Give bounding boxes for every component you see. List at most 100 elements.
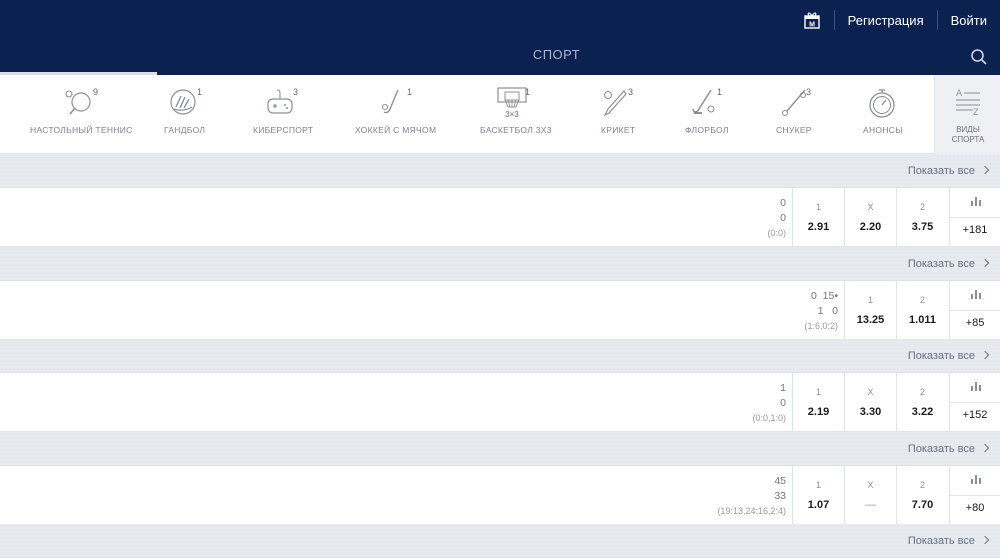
cricket-icon <box>603 90 627 117</box>
show-all-link[interactable]: Показать все <box>907 339 990 373</box>
floorball-icon <box>692 89 715 114</box>
svg-text:M: M <box>809 22 815 29</box>
chevron-right-icon <box>980 350 990 360</box>
show-all-label: Показать все <box>907 443 975 455</box>
odd-label: X <box>867 480 874 490</box>
sport-kinds-button[interactable]: A Z ВИДЫ СПОРТА <box>934 75 1000 154</box>
sport-esports[interactable]: 3 КИБЕРСПОРТ <box>245 75 325 154</box>
more-markets-button[interactable]: +80 <box>949 466 1000 524</box>
svg-text:A: A <box>956 88 962 98</box>
gamepad-icon <box>267 89 293 114</box>
svg-text:Z: Z <box>973 107 979 117</box>
sport-label: АНОНСЫ <box>863 125 904 135</box>
sport-label: КИБЕРСПОРТ <box>253 125 314 135</box>
odd-value: — <box>865 499 876 511</box>
show-all-link[interactable]: Показать все <box>908 247 990 281</box>
sport-handball[interactable]: 1 ГАНДБОЛ <box>155 75 215 154</box>
odd-cell[interactable]: 1 2.91 <box>792 188 844 246</box>
bandy-icon <box>381 89 399 114</box>
sport-label: ФЛОРБОЛ <box>685 125 729 135</box>
odd-cell[interactable]: 1 2.19 <box>792 373 844 431</box>
odd-cell[interactable]: X 2.20 <box>844 188 896 246</box>
odd-value: 3.30 <box>859 406 882 418</box>
score-line: 0 <box>780 197 786 209</box>
search-icon[interactable] <box>970 48 988 66</box>
sport-snooker[interactable]: 3 СНУКЕР <box>765 75 825 154</box>
sport-floorball[interactable]: 1 ФЛОРБОЛ <box>675 75 735 154</box>
odd-cell[interactable]: 2 3.75 <box>896 188 948 246</box>
odd-value: 3.75 <box>911 221 934 233</box>
odd-label: 1 <box>867 295 873 305</box>
odd-cell[interactable]: X 3.30 <box>844 373 896 431</box>
odd-cell[interactable]: 1 13.25 <box>844 281 896 339</box>
more-markets-button[interactable]: +152 <box>949 373 1000 431</box>
sport-label: НАСТОЛЬНЫЙ ТЕННИС <box>30 125 133 135</box>
odd-value: 13.25 <box>856 314 885 326</box>
odd-label: 2 <box>919 295 925 305</box>
event-row[interactable]: 0 0 (0:0) 1 2.91 X 2.20 2 3.75 +181 <box>0 188 1000 247</box>
register-link[interactable]: Регистрация <box>835 13 937 28</box>
show-all-label: Показать все <box>907 165 975 177</box>
sport-announcements[interactable]: АНОНСЫ <box>853 75 913 154</box>
top-bar: M Регистрация Войти СПОРТ <box>0 0 1000 75</box>
event-row[interactable]: 45 33 (19:13,24:16,2:4) 1 1.07 X — 2 7.7… <box>0 466 1000 525</box>
show-all-link[interactable]: Показать все <box>908 524 990 558</box>
section-title[interactable]: СПОРТ <box>533 47 580 62</box>
odd-cell[interactable]: 1 1.07 <box>792 466 844 524</box>
odd-cell[interactable]: 2 7.70 <box>896 466 948 524</box>
show-all-label: Показать все <box>907 350 975 362</box>
odd-label: 2 <box>919 202 925 212</box>
chevron-right-icon <box>980 535 990 545</box>
svg-text:3×3: 3×3 <box>505 110 519 119</box>
sport-bandy[interactable]: 1 ХОККЕЙ С МЯЧОМ <box>350 75 440 154</box>
event-score: 0 0 (0:0) <box>767 196 786 241</box>
odd-cell[interactable]: 2 3.22 <box>896 373 948 431</box>
show-all-link[interactable]: Показать все <box>907 432 990 466</box>
odd-value: 2.91 <box>807 221 830 233</box>
gift-icon[interactable]: M <box>803 11 820 29</box>
event-row[interactable]: 0 15• 1 0 (1:6,0:2) 1 13.25 2 1.011 +85 <box>0 281 1000 340</box>
event-row[interactable]: 1 0 (0:0,1:0) 1 2.19 X 3.30 2 3.22 +152 <box>0 373 1000 432</box>
top-actions: M Регистрация Войти <box>803 0 1000 40</box>
odd-label: X <box>867 387 874 397</box>
group-header: Показать все <box>0 339 1000 373</box>
chevron-right-icon <box>980 165 990 175</box>
odd-label: 1 <box>815 480 821 490</box>
odd-label: 2 <box>919 387 925 397</box>
more-markets-button[interactable]: +85 <box>949 281 1000 339</box>
sport-count: 3 <box>628 87 634 97</box>
sport-cricket[interactable]: 3 КРИКЕТ <box>590 75 650 154</box>
odd-value: 2.19 <box>807 406 830 418</box>
group-header: Показать все <box>0 524 1000 558</box>
odd-label: 1 <box>815 202 821 212</box>
sport-kinds-label-line2: СПОРТА <box>951 135 985 144</box>
login-link[interactable]: Войти <box>938 13 1000 28</box>
score-line: 1 0 <box>817 305 838 317</box>
score-line: 45 <box>774 475 786 487</box>
odd-label: 1 <box>815 387 821 397</box>
odd-cell[interactable]: X — <box>844 466 896 524</box>
stats-icon <box>971 382 981 391</box>
group-header: Показать все <box>0 432 1000 466</box>
odd-cell[interactable]: 2 1.011 <box>896 281 948 339</box>
score-line: 33 <box>774 490 786 502</box>
score-line: 0 <box>780 397 786 409</box>
sport-count: 1 <box>407 87 413 97</box>
score-line: 0 15• <box>810 290 838 302</box>
score-periods: (0:0,1:0) <box>752 413 786 423</box>
odd-value: 3.22 <box>911 406 934 418</box>
odd-value: 1.07 <box>807 499 830 511</box>
snooker-icon <box>781 89 807 117</box>
sports-strip: 9 НАСТОЛЬНЫЙ ТЕННИС 1 ГАНДБОЛ 3 КИБЕРСПО… <box>0 75 1000 154</box>
more-markets-count: +80 <box>965 502 985 514</box>
sport-table-tennis[interactable]: 9 НАСТОЛЬНЫЙ ТЕННИС <box>20 75 140 154</box>
odd-value: 2.20 <box>859 221 882 233</box>
sport-basketball-3x3[interactable]: 3×3 1 БАСКЕТБОЛ 3Х3 <box>475 75 555 154</box>
sport-count: 1 <box>717 87 723 97</box>
odd-label: X <box>867 202 874 212</box>
more-markets-button[interactable]: +181 <box>949 188 1000 246</box>
show-all-link[interactable]: Показать все <box>907 154 990 188</box>
event-score: 45 33 (19:13,24:16,2:4) <box>717 474 786 519</box>
stopwatch-icon <box>869 89 895 118</box>
group-header: Показать все <box>0 154 1000 188</box>
